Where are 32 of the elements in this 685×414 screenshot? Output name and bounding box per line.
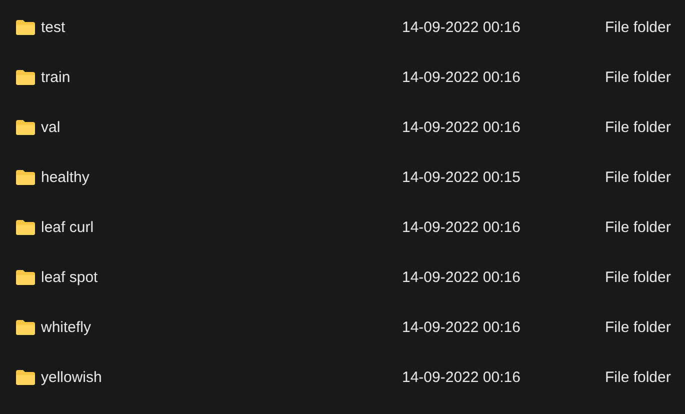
date-modified: 14-09-2022 00:16 <box>401 118 522 136</box>
date-modified: 14-09-2022 00:15 <box>401 168 522 186</box>
folder-icon <box>16 320 35 334</box>
folder-icon <box>16 370 35 384</box>
folder-icon <box>16 70 35 84</box>
folder-icon <box>16 120 35 134</box>
file-name[interactable]: test <box>41 18 66 36</box>
date-modified: 14-09-2022 00:16 <box>401 268 522 286</box>
date-modified: 14-09-2022 00:16 <box>401 218 522 236</box>
file-name[interactable]: val <box>41 118 60 136</box>
file-type: File folder <box>605 168 671 186</box>
file-name[interactable]: healthy <box>41 168 90 186</box>
file-type: File folder <box>605 318 671 336</box>
file-type: File folder <box>605 68 671 86</box>
file-name[interactable]: yellowish <box>41 368 102 386</box>
file-type: File folder <box>605 268 671 286</box>
date-modified: 14-09-2022 00:16 <box>401 368 522 386</box>
file-type: File folder <box>605 218 671 236</box>
file-type: File folder <box>605 18 671 36</box>
file-type: File folder <box>605 368 671 386</box>
folder-icon <box>16 20 35 34</box>
date-modified: 14-09-2022 00:16 <box>401 318 522 336</box>
file-name[interactable]: leaf spot <box>41 268 98 286</box>
folder-icon <box>16 220 35 234</box>
file-name[interactable]: leaf curl <box>41 218 94 236</box>
file-type: File folder <box>605 118 671 136</box>
date-modified: 14-09-2022 00:16 <box>401 18 522 36</box>
file-name[interactable]: whitefly <box>41 318 92 336</box>
date-modified: 14-09-2022 00:16 <box>401 68 522 86</box>
folder-icon <box>16 170 35 184</box>
folder-icon <box>16 270 35 284</box>
file-name[interactable]: train <box>41 68 70 86</box>
